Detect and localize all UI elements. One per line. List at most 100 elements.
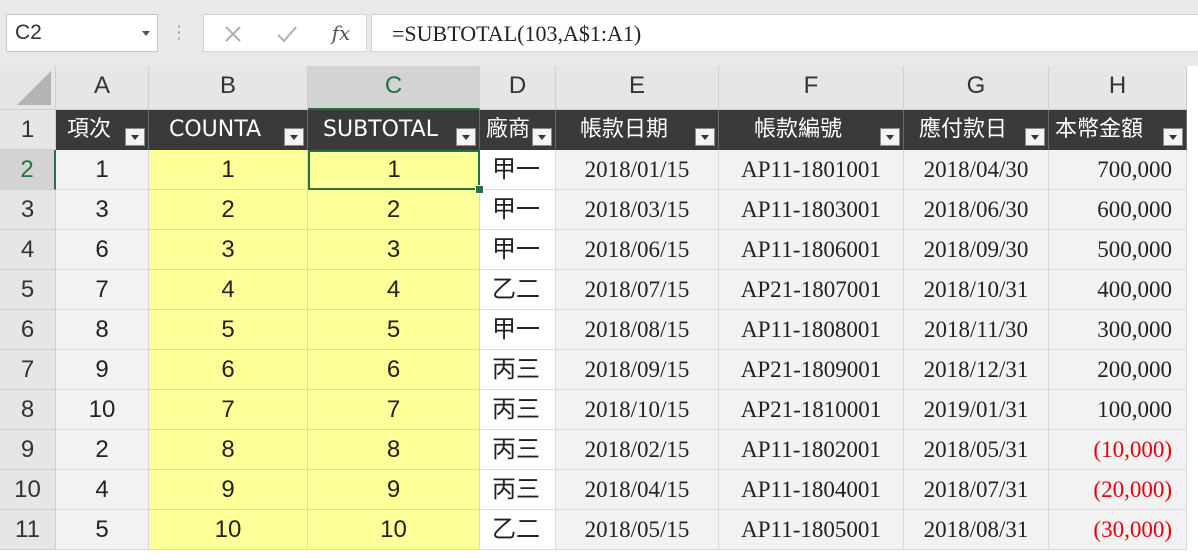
table-cell[interactable]: 甲一 (480, 150, 556, 190)
table-cell[interactable]: 2018/03/15 (556, 190, 719, 230)
table-cell[interactable]: 2018/01/15 (556, 150, 719, 190)
table-cell[interactable]: AP11-1803001 (719, 190, 904, 230)
filter-dropdown-icon[interactable] (284, 128, 304, 146)
table-cell[interactable]: 7 (56, 270, 149, 310)
table-cell[interactable]: 4 (149, 270, 308, 310)
table-cell[interactable]: 8 (56, 310, 149, 350)
table-cell[interactable]: 4 (56, 470, 149, 510)
table-cell[interactable]: 4 (308, 270, 480, 310)
table-cell[interactable]: 2018/12/31 (904, 350, 1049, 390)
row-header-9[interactable]: 9 (0, 430, 56, 470)
chevron-down-icon[interactable] (142, 31, 150, 36)
table-cell[interactable]: 3 (149, 230, 308, 270)
table-cell[interactable]: 3 (308, 230, 480, 270)
table-cell[interactable]: 400,000 (1049, 270, 1187, 310)
table-cell[interactable]: 200,000 (1049, 350, 1187, 390)
row-header-5[interactable]: 5 (0, 270, 56, 310)
filter-dropdown-icon[interactable] (695, 128, 715, 146)
insert-function-icon[interactable]: fx (324, 15, 358, 51)
column-header-a[interactable]: A (56, 66, 149, 110)
table-cell[interactable]: 2 (56, 430, 149, 470)
table-cell[interactable]: 2018/05/31 (904, 430, 1049, 470)
table-cell[interactable]: 甲一 (480, 190, 556, 230)
filter-dropdown-icon[interactable] (125, 128, 145, 146)
table-cell[interactable]: 2018/07/15 (556, 270, 719, 310)
table-cell[interactable]: 2018/10/31 (904, 270, 1049, 310)
table-cell[interactable]: 丙三 (480, 390, 556, 430)
table-cell[interactable]: 300,000 (1049, 310, 1187, 350)
table-cell[interactable]: 6 (308, 350, 480, 390)
row-header-8[interactable]: 8 (0, 390, 56, 430)
header-cell-amount[interactable]: 本幣金額 (1049, 110, 1187, 150)
column-header-b[interactable]: B (149, 66, 308, 110)
table-cell[interactable]: 2018/09/15 (556, 350, 719, 390)
table-cell[interactable]: 2018/04/15 (556, 470, 719, 510)
table-cell[interactable]: 2018/11/30 (904, 310, 1049, 350)
table-cell[interactable]: AP11-1808001 (719, 310, 904, 350)
table-cell[interactable]: (10,000) (1049, 430, 1187, 470)
table-cell[interactable]: 2018/06/30 (904, 190, 1049, 230)
table-cell[interactable]: 丙三 (480, 470, 556, 510)
table-cell[interactable]: AP11-1802001 (719, 430, 904, 470)
table-cell[interactable]: 1 (149, 150, 308, 190)
table-cell[interactable]: 2 (308, 190, 480, 230)
grip-dots-icon[interactable]: · · · (172, 19, 186, 47)
table-cell[interactable]: 2018/04/30 (904, 150, 1049, 190)
table-cell[interactable]: 6 (149, 350, 308, 390)
table-cell[interactable]: 2 (149, 190, 308, 230)
table-cell[interactable]: 2018/02/15 (556, 430, 719, 470)
filter-dropdown-icon[interactable] (456, 128, 476, 146)
table-cell[interactable]: 10 (149, 510, 308, 550)
row-header-11[interactable]: 11 (0, 510, 56, 550)
table-cell[interactable]: 2018/05/15 (556, 510, 719, 550)
table-cell[interactable]: 2018/08/15 (556, 310, 719, 350)
header-cell-item-no[interactable]: 項次 (56, 110, 149, 150)
table-cell[interactable]: AP11-1804001 (719, 470, 904, 510)
filter-dropdown-icon[interactable] (1025, 128, 1045, 146)
header-cell-vendor[interactable]: 廠商 (480, 110, 556, 150)
table-cell[interactable]: 7 (308, 390, 480, 430)
column-header-h[interactable]: H (1049, 66, 1187, 110)
table-cell[interactable]: AP11-1801001 (719, 150, 904, 190)
filter-dropdown-icon[interactable] (1163, 128, 1183, 146)
table-cell[interactable]: 乙二 (480, 510, 556, 550)
filter-dropdown-icon[interactable] (880, 128, 900, 146)
table-cell[interactable]: 2018/06/15 (556, 230, 719, 270)
filter-dropdown-icon[interactable] (532, 128, 552, 146)
table-cell[interactable]: 10 (56, 390, 149, 430)
table-cell[interactable]: 6 (56, 230, 149, 270)
header-cell-subtotal[interactable]: SUBTOTAL (308, 110, 480, 150)
row-header-10[interactable]: 10 (0, 470, 56, 510)
name-box[interactable]: C2 (6, 14, 158, 52)
active-cell[interactable]: 1 (308, 150, 480, 190)
column-header-e[interactable]: E (556, 66, 719, 110)
table-cell[interactable]: 9 (56, 350, 149, 390)
table-cell[interactable]: 10 (308, 510, 480, 550)
row-header-6[interactable]: 6 (0, 310, 56, 350)
table-cell[interactable]: 甲一 (480, 310, 556, 350)
table-cell[interactable]: 9 (308, 470, 480, 510)
table-cell[interactable]: AP21-1809001 (719, 350, 904, 390)
row-header-7[interactable]: 7 (0, 350, 56, 390)
table-cell[interactable]: (30,000) (1049, 510, 1187, 550)
row-header-1[interactable]: 1 (0, 110, 56, 150)
table-cell[interactable]: 甲一 (480, 230, 556, 270)
table-cell[interactable]: 700,000 (1049, 150, 1187, 190)
table-cell[interactable]: 9 (149, 470, 308, 510)
table-cell[interactable]: 丙三 (480, 430, 556, 470)
table-cell[interactable]: 2018/10/15 (556, 390, 719, 430)
table-cell[interactable]: 8 (308, 430, 480, 470)
table-cell[interactable]: 7 (149, 390, 308, 430)
table-cell[interactable]: AP21-1807001 (719, 270, 904, 310)
table-cell[interactable]: AP21-1810001 (719, 390, 904, 430)
table-cell[interactable]: AP11-1806001 (719, 230, 904, 270)
table-cell[interactable]: 8 (149, 430, 308, 470)
table-cell[interactable]: 1 (56, 150, 149, 190)
header-cell-account-number[interactable]: 帳款編號 (719, 110, 904, 150)
row-header-4[interactable]: 4 (0, 230, 56, 270)
enter-check-icon[interactable] (272, 15, 302, 51)
column-header-c[interactable]: C (308, 66, 480, 110)
table-cell[interactable]: 600,000 (1049, 190, 1187, 230)
table-cell[interactable]: 2018/09/30 (904, 230, 1049, 270)
header-cell-due-date[interactable]: 應付款日 (904, 110, 1049, 150)
